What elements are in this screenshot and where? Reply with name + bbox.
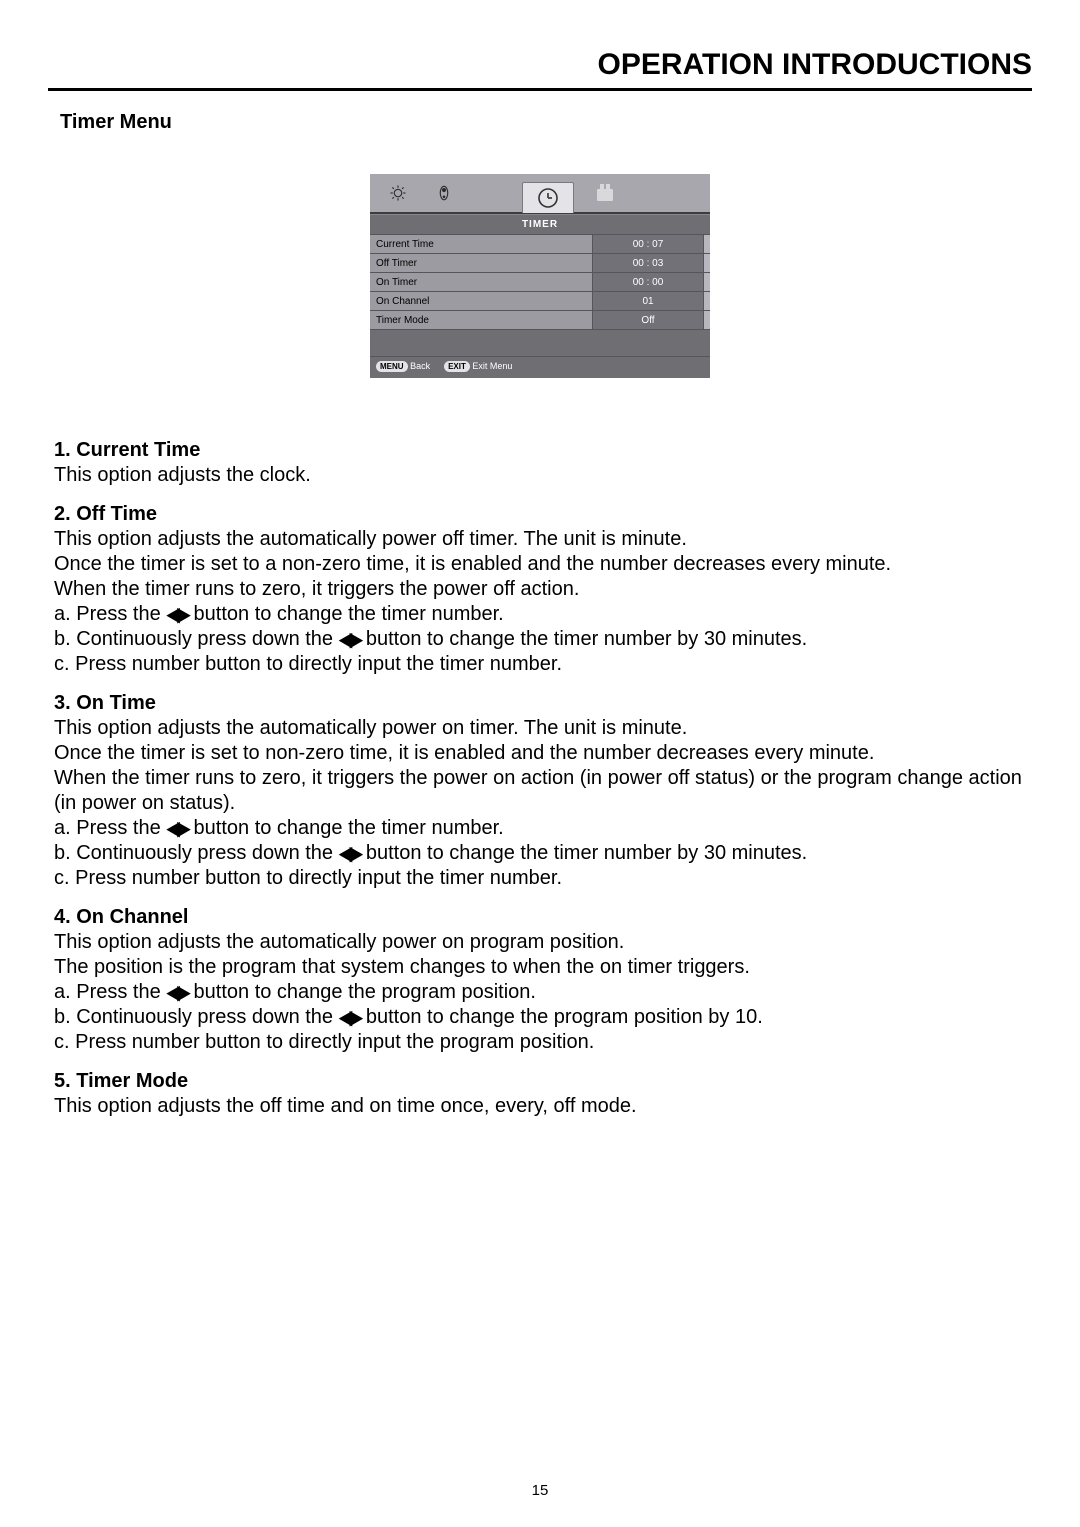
item-line: c. Press number button to directly input… <box>54 866 1026 891</box>
item-line: b. Continuously press down the ◀▶ button… <box>54 1005 1026 1030</box>
item-line: a. Press the ◀▶ button to change the pro… <box>54 980 1026 1005</box>
item-line: This option adjusts the automatically po… <box>54 716 1026 741</box>
osd-row-label: On Channel <box>370 292 592 310</box>
osd-row-label: Off Timer <box>370 254 592 272</box>
item-line: c. Press number button to directly input… <box>54 1030 1026 1055</box>
section-title: Timer Menu <box>60 111 1032 134</box>
left-right-arrow-icon: ◀▶ <box>339 840 361 866</box>
item-line: Once the timer is set to non-zero time, … <box>54 741 1026 766</box>
item-line: This option adjusts the automatically po… <box>54 527 1026 552</box>
body-content: 1. Current TimeThis option adjusts the c… <box>54 438 1026 1119</box>
item-line: a. Press the ◀▶ button to change the tim… <box>54 816 1026 841</box>
item-line: When the timer runs to zero, it triggers… <box>54 577 1026 602</box>
item-heading: 4. On Channel <box>54 905 1026 930</box>
osd-row-scroll <box>703 292 710 310</box>
item-line: This option adjusts the off time and on … <box>54 1094 1026 1119</box>
osd-row: Timer ModeOff <box>370 310 710 329</box>
item-line: b. Continuously press down the ◀▶ button… <box>54 627 1026 652</box>
picture-icon <box>380 174 416 212</box>
osd-row-value: 00 : 07 <box>592 235 703 253</box>
item-line: Once the timer is set to a non-zero time… <box>54 552 1026 577</box>
osd-row: On Timer00 : 00 <box>370 272 710 291</box>
osd-tab-bar <box>370 174 710 214</box>
item-line: c. Press number button to directly input… <box>54 652 1026 677</box>
left-right-arrow-icon: ◀▶ <box>339 626 361 652</box>
sound-icon <box>426 174 462 212</box>
osd-title: TIMER <box>370 214 710 234</box>
osd-row-scroll <box>703 235 710 253</box>
item-line: b. Continuously press down the ◀▶ button… <box>54 841 1026 866</box>
left-right-arrow-icon: ◀▶ <box>166 601 188 627</box>
page-title: OPERATION INTRODUCTIONS <box>48 48 1032 91</box>
item-line: When the timer runs to zero, it triggers… <box>54 766 1026 816</box>
osd-row: Current Time00 : 07 <box>370 234 710 253</box>
item-line: This option adjusts the clock. <box>54 463 1026 488</box>
osd-row-label: Timer Mode <box>370 311 592 329</box>
item-heading: 3. On Time <box>54 691 1026 716</box>
osd-spacer <box>370 329 710 356</box>
item-heading: 1. Current Time <box>54 438 1026 463</box>
osd-row-label: On Timer <box>370 273 592 291</box>
left-right-arrow-icon: ◀▶ <box>166 815 188 841</box>
osd-row-value: 00 : 03 <box>592 254 703 272</box>
item-heading: 2. Off Time <box>54 502 1026 527</box>
exit-label: Exit Menu <box>472 361 512 371</box>
osd-row: Off Timer00 : 03 <box>370 253 710 272</box>
osd-row: On Channel01 <box>370 291 710 310</box>
page-number: 15 <box>0 1482 1080 1499</box>
osd-footer: MENU Back EXIT Exit Menu <box>370 356 710 378</box>
item-line: This option adjusts the automatically po… <box>54 930 1026 955</box>
osd-row-scroll <box>703 311 710 329</box>
osd-row-value: Off <box>592 311 703 329</box>
left-right-arrow-icon: ◀▶ <box>166 979 188 1005</box>
left-right-arrow-icon: ◀▶ <box>339 1004 361 1030</box>
manual-page: OPERATION INTRODUCTIONS Timer Menu <box>0 0 1080 1527</box>
menu-pill: MENU <box>376 361 408 372</box>
back-label: Back <box>410 361 430 371</box>
osd-row-label: Current Time <box>370 235 592 253</box>
exit-pill: EXIT <box>444 361 470 372</box>
osd-row-scroll <box>703 254 710 272</box>
osd-row-scroll <box>703 273 710 291</box>
item-line: The position is the program that system … <box>54 955 1026 980</box>
osd-screenshot: TIMER Current Time00 : 07Off Timer00 : 0… <box>370 174 710 378</box>
footer-back: MENU Back <box>376 361 430 372</box>
setup-icon <box>580 174 630 212</box>
osd-rows: Current Time00 : 07Off Timer00 : 03On Ti… <box>370 234 710 329</box>
timer-icon <box>522 182 574 213</box>
footer-exit: EXIT Exit Menu <box>444 361 512 372</box>
osd-row-value: 00 : 00 <box>592 273 703 291</box>
item-line: a. Press the ◀▶ button to change the tim… <box>54 602 1026 627</box>
item-heading: 5. Timer Mode <box>54 1069 1026 1094</box>
osd-row-value: 01 <box>592 292 703 310</box>
